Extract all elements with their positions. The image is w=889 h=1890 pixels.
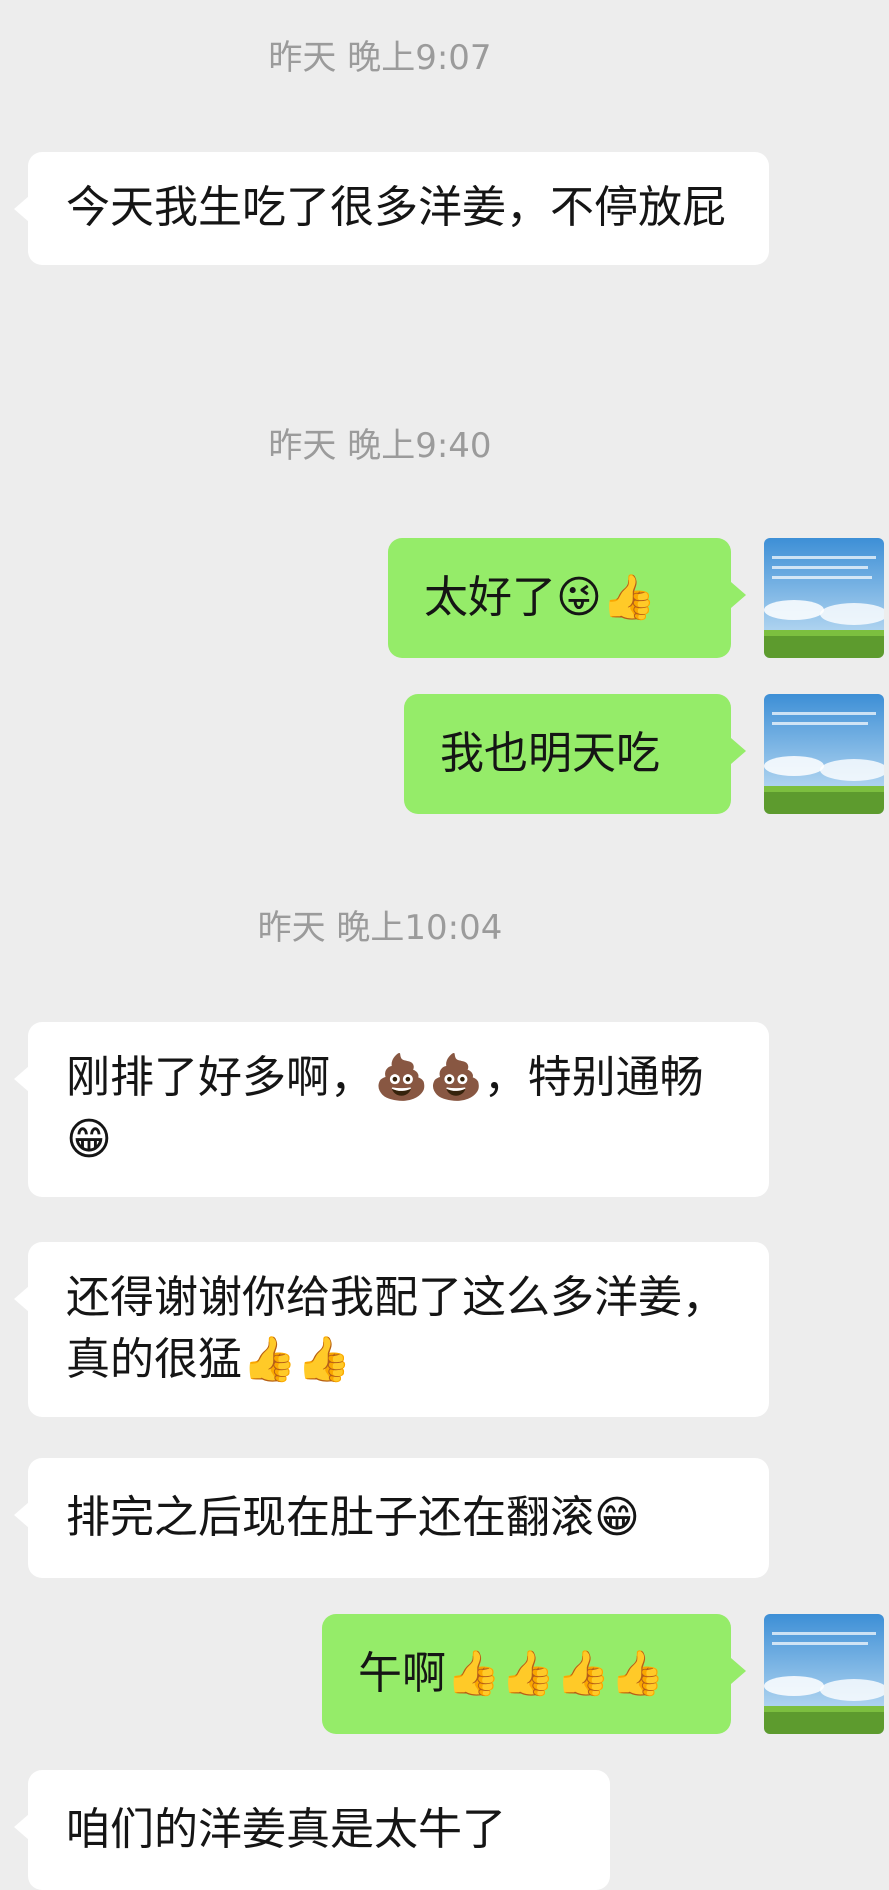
outgoing-message[interactable]: 我也明天吃 [404,694,746,814]
outgoing-message[interactable]: 午啊👍👍👍👍 [322,1614,746,1734]
incoming-message[interactable]: 排完之后现在肚子还在翻滚😁 [14,1458,769,1578]
timestamp: 昨天 晚上9:07 [268,38,492,78]
incoming-message[interactable]: 还得谢谢你给我配了这么多洋姜，真的很猛👍👍 [14,1242,769,1417]
timestamp: 昨天 晚上9:40 [268,426,492,466]
sky-meadow-avatar-icon[interactable] [764,538,884,658]
incoming-message[interactable]: 今天我生吃了很多洋姜，不停放屁 [14,152,769,265]
outgoing-message[interactable]: 太好了😜👍 [388,538,746,658]
timestamp: 昨天 晚上10:04 [257,908,503,948]
sky-meadow-avatar-icon[interactable] [764,1614,884,1734]
incoming-message[interactable]: 刚排了好多啊，💩💩，特别通畅😁 [14,1022,769,1197]
sky-meadow-avatar-icon[interactable] [764,694,884,814]
incoming-message[interactable]: 咱们的洋姜真是太牛了 [14,1770,610,1890]
